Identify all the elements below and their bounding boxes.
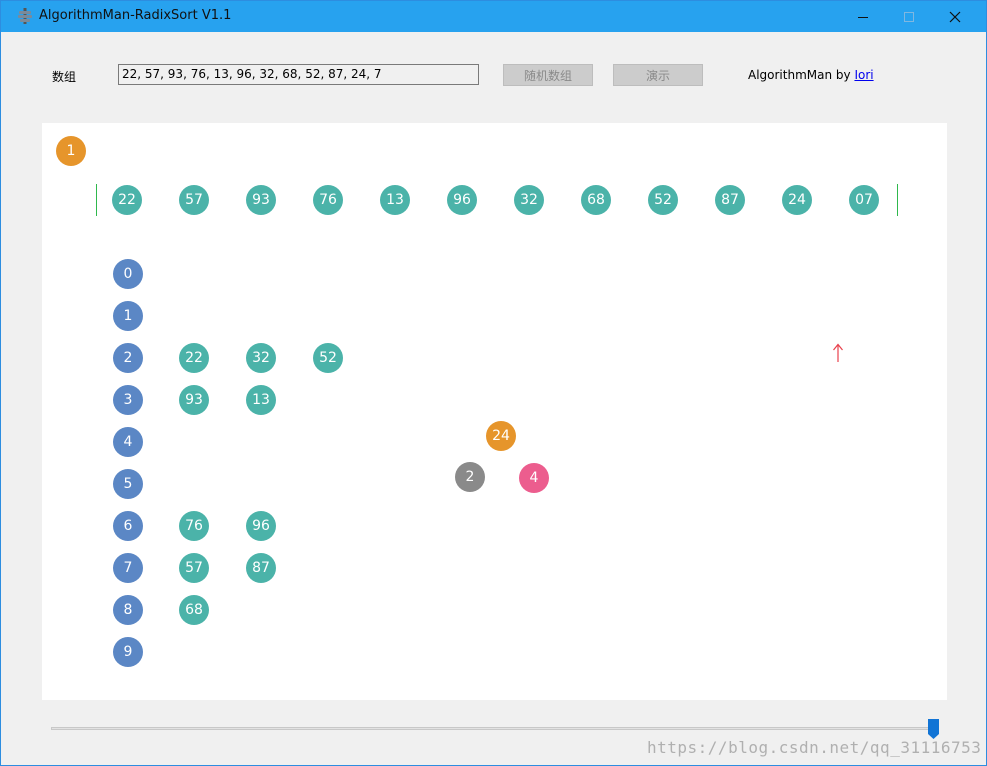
step-marker: 1	[56, 136, 86, 166]
bucket-item: 68	[179, 595, 209, 625]
bucket-item: 52	[313, 343, 343, 373]
watermark: https://blog.csdn.net/qq_31116753	[647, 738, 982, 757]
sequence-item: 76	[313, 185, 343, 215]
maximize-icon	[904, 11, 914, 22]
bucket-digit-0: 0	[113, 259, 143, 289]
bucket-item: 93	[179, 385, 209, 415]
bucket-item: 76	[179, 511, 209, 541]
sequence-left-boundary	[96, 184, 97, 216]
bucket-digit-6: 6	[113, 511, 143, 541]
bucket-item: 57	[179, 553, 209, 583]
bucket-digit-5: 5	[113, 469, 143, 499]
random-array-button[interactable]: 随机数组	[503, 64, 593, 86]
bucket-digit-4: 4	[113, 427, 143, 457]
bucket-digit-3: 3	[113, 385, 143, 415]
bucket-item: 87	[246, 553, 276, 583]
speed-slider-track[interactable]	[51, 727, 939, 730]
sequence-item: 68	[581, 185, 611, 215]
close-icon	[949, 11, 961, 22]
sequence-item: 52	[648, 185, 678, 215]
current-value: 24	[486, 421, 516, 451]
window-title: AlgorithmMan-RadixSort V1.1	[39, 8, 232, 23]
credit-text: AlgorithmMan by Iori	[748, 68, 874, 82]
sequence-item: 13	[380, 185, 410, 215]
close-button[interactable]	[932, 1, 978, 32]
app-icon	[17, 8, 33, 24]
visualization-canvas: 1 22 57 93 76 13 96 32 68 52 87 24 07 0 1 2 22 32 52 3 93 1…	[42, 123, 947, 700]
bucket-digit-8: 8	[113, 595, 143, 625]
bucket-digit-1: 1	[113, 301, 143, 331]
credit-prefix: AlgorithmMan by	[748, 68, 855, 82]
bucket-item: 96	[246, 511, 276, 541]
array-label: 数组	[52, 70, 77, 84]
bucket-digit-9: 9	[113, 637, 143, 667]
bucket-digit-7: 7	[113, 553, 143, 583]
array-input[interactable]: 22, 57, 93, 76, 13, 96, 32, 68, 52, 87, …	[118, 64, 479, 85]
sequence-item: 22	[112, 185, 142, 215]
sequence-item: 96	[447, 185, 477, 215]
demo-button[interactable]: 演示	[613, 64, 703, 86]
digit-right: 4	[519, 463, 549, 493]
sequence-item: 32	[514, 185, 544, 215]
sequence-item: 07	[849, 185, 879, 215]
app-window: AlgorithmMan-RadixSort V1.1 数组 22, 57, 9…	[0, 0, 987, 766]
author-link[interactable]: Iori	[854, 68, 873, 82]
bucket-item: 22	[179, 343, 209, 373]
sequence-item: 93	[246, 185, 276, 215]
minimize-button[interactable]	[840, 1, 886, 32]
sequence-item: 24	[782, 185, 812, 215]
sequence-item: 57	[179, 185, 209, 215]
bucket-item: 32	[246, 343, 276, 373]
minimize-icon	[858, 16, 868, 18]
sequence-item: 87	[715, 185, 745, 215]
sequence-right-boundary	[897, 184, 898, 216]
bucket-digit-2: 2	[113, 343, 143, 373]
current-pointer-arrow-icon	[833, 343, 843, 362]
speed-slider-thumb[interactable]	[928, 719, 939, 739]
bucket-item: 13	[246, 385, 276, 415]
maximize-button[interactable]	[886, 1, 932, 32]
digit-left: 2	[455, 462, 485, 492]
title-bar[interactable]: AlgorithmMan-RadixSort V1.1	[1, 1, 986, 32]
